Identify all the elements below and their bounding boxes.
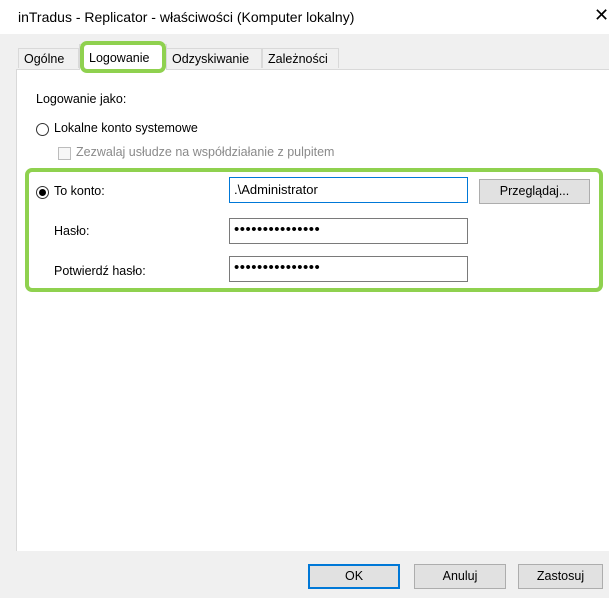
confirm-password-label: Potwierdź hasło: bbox=[54, 264, 146, 278]
radio-selected-dot bbox=[39, 189, 46, 196]
logon-as-label: Logowanie jako: bbox=[36, 92, 127, 106]
this-account-radio[interactable] bbox=[36, 186, 49, 199]
browse-button[interactable]: Przeglądaj... bbox=[479, 179, 590, 204]
password-label: Hasło: bbox=[54, 224, 90, 238]
allow-desktop-checkbox[interactable] bbox=[58, 147, 71, 160]
this-account-label[interactable]: To konto: bbox=[54, 184, 105, 198]
allow-desktop-label: Zezwalaj usłudze na współdziałanie z pul… bbox=[76, 145, 335, 159]
local-system-radio[interactable] bbox=[36, 123, 49, 136]
confirm-password-field[interactable]: ••••••••••••••• bbox=[229, 256, 468, 282]
password-field[interactable]: ••••••••••••••• bbox=[229, 218, 468, 244]
local-system-label[interactable]: Lokalne konto systemowe bbox=[54, 121, 198, 135]
account-input[interactable]: .\Administrator bbox=[229, 177, 468, 203]
